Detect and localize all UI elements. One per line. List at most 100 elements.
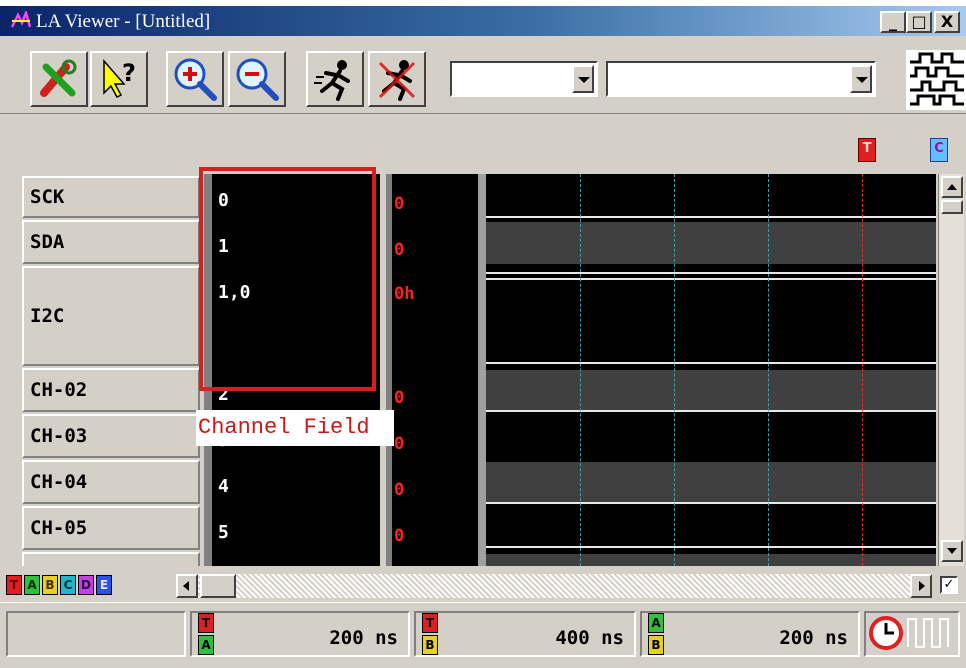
time-measurement-field: T A 200 ns [190, 611, 410, 657]
time-delta-value: 200 ns [779, 627, 848, 649]
pointer-value: 0 [394, 434, 405, 454]
toolbar: ? 100 MHz Int Clk [0, 36, 966, 114]
marker-to: A [198, 635, 214, 655]
channel-field-callout: Channel Field [196, 410, 394, 446]
cursor-marker[interactable]: C [930, 138, 948, 162]
channel-name: CH-03 [30, 425, 88, 447]
pointer-value: 0 [394, 240, 405, 260]
la-viewer-window: LA Viewer - [Untitled] _ □ X ? 100 MHz I… [0, 6, 966, 668]
signal-trace [486, 216, 936, 218]
zoom-out-button[interactable] [228, 51, 286, 107]
channel-row[interactable]: CH-02 [22, 368, 200, 412]
settings-icon [40, 59, 77, 97]
pointer-value: 0 [394, 388, 405, 408]
scroll-left-button[interactable] [176, 574, 198, 598]
zoom-out-icon [236, 58, 279, 101]
clock-source-value: Int Clk [616, 69, 692, 90]
marker-to: B [648, 635, 664, 655]
window-title: LA Viewer - [Untitled] [36, 11, 211, 32]
tab-E[interactable]: E [96, 575, 112, 595]
title-bar[interactable]: LA Viewer - [Untitled] _ □ X [0, 6, 966, 36]
scroll-thumb[interactable] [941, 200, 963, 214]
status-bar: T A 200 ns T B 400 ns A B 200 ns [0, 602, 966, 668]
chevron-down-icon[interactable] [850, 65, 872, 93]
channel-field-highlight [199, 167, 376, 391]
channel-row-partial[interactable] [22, 552, 200, 566]
channel-name: CH-04 [30, 471, 88, 493]
vertical-scrollbar[interactable] [938, 174, 964, 566]
signal-trace [486, 278, 936, 280]
trigger-cursor-line [862, 174, 863, 566]
time-delta-value: 400 ns [555, 627, 624, 649]
waveform-lane [486, 554, 936, 566]
waveform-area[interactable] [478, 174, 936, 566]
waveform-lane [486, 370, 936, 412]
pointer-value: 0 [394, 526, 405, 546]
grid-line [580, 174, 581, 566]
channel-row[interactable]: CH-05 [22, 506, 200, 550]
run-button[interactable] [306, 51, 364, 107]
channel-name: I2C [30, 305, 65, 327]
grid-line [674, 174, 675, 566]
time-measurement-field: T B 400 ns [414, 611, 636, 657]
checkbox[interactable]: ✓ [940, 576, 958, 594]
column-divider[interactable] [478, 174, 486, 566]
scroll-thumb[interactable] [200, 574, 236, 598]
zoom-in-button[interactable] [166, 51, 224, 107]
pointer-value: 0 [394, 480, 405, 500]
grid-line [768, 174, 769, 566]
tab-B[interactable]: B [42, 575, 58, 595]
chevron-down-icon[interactable] [572, 65, 594, 93]
scroll-up-button[interactable] [941, 176, 963, 198]
tab-A[interactable]: A [24, 575, 40, 595]
marker-tab-bar: T A B C D E ✓ [0, 570, 966, 600]
minimize-button[interactable]: _ [880, 11, 906, 33]
scroll-right-button[interactable] [910, 574, 932, 598]
marker-from: A [648, 613, 664, 633]
channel-name: SCK [30, 186, 65, 208]
run-stop-button[interactable] [368, 51, 426, 107]
tab-T[interactable]: T [6, 575, 22, 595]
signal-trace [486, 272, 936, 274]
maximize-button[interactable]: □ [906, 11, 932, 33]
help-button[interactable]: ? [90, 51, 148, 107]
signal-trace [486, 410, 936, 412]
channel-row[interactable]: I2C [22, 266, 200, 366]
trigger-marker[interactable]: T [858, 138, 876, 162]
channel-row[interactable]: SCK [22, 176, 200, 218]
sample-rate-select[interactable]: 100 MHz [450, 61, 598, 97]
marker-from: T [422, 613, 438, 633]
column-divider[interactable] [386, 174, 392, 566]
marker-to: B [422, 635, 438, 655]
settings-button[interactable] [30, 51, 88, 107]
channel-name: CH-05 [30, 517, 88, 539]
channel-name: CH-02 [30, 379, 88, 401]
clock-source-select[interactable]: Int Clk [606, 61, 876, 97]
close-button[interactable]: X [934, 11, 960, 33]
signal-trace [486, 502, 936, 504]
pointer-value: 0h [394, 284, 415, 304]
signal-trace [486, 362, 936, 364]
scroll-down-button[interactable] [941, 540, 963, 562]
waveform-lane [486, 462, 936, 504]
waveform-logo-icon [906, 50, 966, 110]
pointer-value: 0 [394, 194, 405, 214]
channel-value: 4 [218, 476, 229, 497]
sample-rate-value: 100 MHz [460, 69, 536, 90]
tab-C[interactable]: C [60, 575, 76, 595]
clock-status-field[interactable] [864, 611, 960, 657]
channel-row[interactable]: CH-03 [22, 414, 200, 458]
tab-D[interactable]: D [78, 575, 94, 595]
app-logo-icon [10, 11, 32, 28]
run-icon [314, 60, 350, 101]
help-pointer-icon: ? [103, 58, 136, 98]
channel-row[interactable]: SDA [22, 220, 200, 264]
stop-run-icon [378, 60, 416, 101]
channel-name: SDA [30, 231, 65, 253]
marker-from: T [198, 613, 214, 633]
svg-text:?: ? [122, 59, 136, 87]
channel-row[interactable]: CH-04 [22, 460, 200, 504]
horizontal-scrollbar[interactable] [176, 574, 932, 598]
time-delta-value: 200 ns [329, 627, 398, 649]
clock-icon [869, 616, 949, 650]
